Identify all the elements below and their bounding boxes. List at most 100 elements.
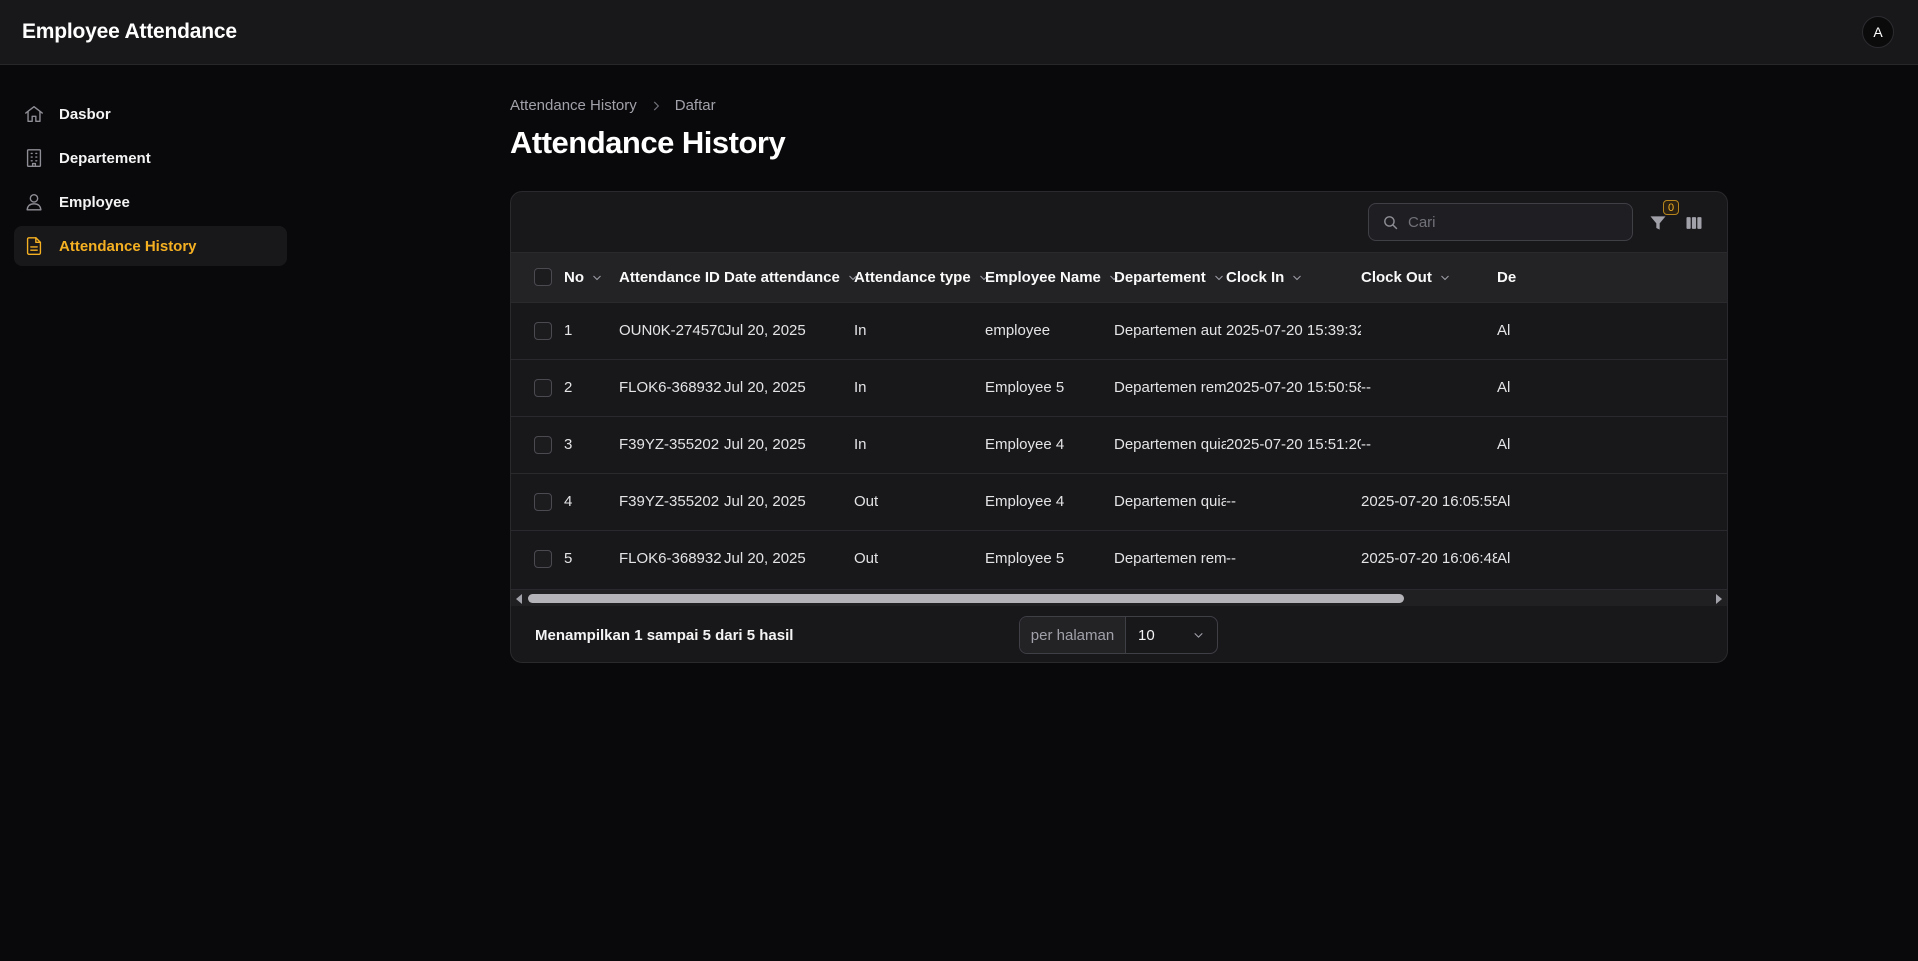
column-toggle-button[interactable] <box>1683 212 1705 234</box>
scroll-left-arrow-icon[interactable] <box>516 594 522 604</box>
app-title: Employee Attendance <box>22 20 237 43</box>
cell-department: Departemen rem <box>1114 550 1226 568</box>
select-all-checkbox[interactable] <box>534 268 552 287</box>
cell-attendance-id: F39YZ-355202 <box>619 493 720 510</box>
cell-date: Jul 20, 2025 <box>724 436 806 453</box>
cell-clock-out: 2025-07-20 16:06:48 <box>1361 550 1497 568</box>
cell-clock-in: -- <box>1226 493 1236 510</box>
row-checkbox[interactable] <box>534 378 552 397</box>
cell-type: Out <box>854 550 879 568</box>
columns-icon <box>1686 217 1702 229</box>
search-field[interactable] <box>1368 203 1633 241</box>
user-avatar[interactable]: A <box>1862 16 1894 48</box>
column-header-truncated[interactable]: De <box>1497 269 1516 286</box>
cell-no: 2 <box>564 379 573 396</box>
table-row[interactable]: 2 FLOK6-368932 Jul 20, 2025 In Employee 5 Dep… <box>511 359 1727 416</box>
top-bar: Employee Attendance A <box>0 0 1918 65</box>
cell-attendance-id: FLOK6-368932 <box>619 379 722 396</box>
per-page-value: 10 <box>1138 626 1155 644</box>
sidebar-item-label: Dasbor <box>59 105 111 123</box>
cell-employee: employee <box>985 322 1051 339</box>
scroll-right-arrow-icon[interactable] <box>1716 594 1722 604</box>
row-checkbox[interactable] <box>534 435 552 454</box>
column-header-attendance-type[interactable]: Attendance type <box>854 269 990 286</box>
cell-employee: Employee 4 <box>985 436 1065 453</box>
sidebar-item-label: Departement <box>59 149 151 167</box>
row-checkbox[interactable] <box>534 549 552 568</box>
chevron-right-icon <box>649 99 663 113</box>
breadcrumb: Attendance History Daftar <box>510 92 1728 119</box>
column-header-clock-out[interactable]: Clock Out <box>1361 269 1451 286</box>
column-header-departement[interactable]: Departement <box>1114 269 1225 286</box>
cell-clock-in: -- <box>1226 550 1236 568</box>
cell-clock-in: 2025-07-20 15:39:32 <box>1226 322 1361 339</box>
table-row[interactable]: 3 F39YZ-355202 Jul 20, 2025 In Employee 4 Dep… <box>511 416 1727 473</box>
cell-department: Departemen rem <box>1114 379 1226 396</box>
sidebar-item-dasbor[interactable]: Dasbor <box>14 94 287 134</box>
sidebar-item-label: Employee <box>59 193 130 211</box>
cell-no: 3 <box>564 436 573 453</box>
cell-date: Jul 20, 2025 <box>724 493 806 510</box>
cell-no: 4 <box>564 493 573 510</box>
main-content: Attendance History Daftar Attendance His… <box>510 92 1728 663</box>
column-header-attendance-id: Attendance ID <box>619 268 720 286</box>
cell-employee: Employee 5 <box>985 379 1065 396</box>
table-card: 0 No Attendance ID Date attendance Atten… <box>510 191 1728 663</box>
document-icon <box>23 235 45 257</box>
chevron-down-icon <box>1213 271 1225 283</box>
cell-clock-in: 2025-07-20 15:50:58 <box>1226 379 1361 396</box>
sidebar-item-departement[interactable]: Departement <box>14 138 287 178</box>
table-row[interactable]: 4 F39YZ-355202 Jul 20, 2025 Out Employee 4 De… <box>511 473 1727 530</box>
column-header-no[interactable]: No <box>564 269 603 286</box>
column-header-clock-in[interactable]: Clock In <box>1226 269 1303 286</box>
cell-department: Departemen quia <box>1114 493 1226 510</box>
cell-attendance-id: OUN0K-274570 <box>619 322 724 339</box>
cell-clock-out: 2025-07-20 16:05:55 <box>1361 493 1497 510</box>
scrollbar-thumb[interactable] <box>528 594 1404 603</box>
breadcrumb-parent-link[interactable]: Attendance History <box>510 97 637 114</box>
building-icon <box>23 147 45 169</box>
cell-extra: Al <box>1497 493 1511 510</box>
sidebar-item-attendance-history[interactable]: Attendance History <box>14 226 287 266</box>
chevron-down-icon <box>591 271 603 283</box>
search-input[interactable] <box>1408 213 1628 231</box>
filter-button[interactable] <box>1647 212 1669 234</box>
cell-date: Jul 20, 2025 <box>724 550 806 568</box>
cell-type: Out <box>854 493 879 510</box>
sidebar-item-label: Attendance History <box>59 237 197 255</box>
cell-department: Departemen aut <box>1114 322 1222 339</box>
chevron-down-icon <box>1439 271 1451 283</box>
cell-clock-out: -- <box>1361 379 1371 396</box>
user-icon <box>23 191 45 213</box>
table-row[interactable]: 1 OUN0K-274570 Jul 20, 2025 In employee Depar… <box>511 302 1727 359</box>
chevron-down-icon <box>1291 271 1303 283</box>
column-header-date-attendance[interactable]: Date attendance <box>724 269 859 286</box>
cell-no: 5 <box>564 550 573 568</box>
column-header-employee-name[interactable]: Employee Name <box>985 269 1120 286</box>
page-title: Attendance History <box>510 125 786 160</box>
chevron-down-icon <box>1194 632 1203 638</box>
row-checkbox[interactable] <box>534 492 552 511</box>
cell-attendance-id: FLOK6-368932 <box>619 550 722 568</box>
table-footer: Menampilkan 1 sampai 5 dari 5 hasil per … <box>511 606 1727 662</box>
sidebar-item-employee[interactable]: Employee <box>14 182 287 222</box>
cell-extra: Al <box>1497 379 1511 396</box>
search-icon <box>1384 215 1398 229</box>
table-toolbar: 0 <box>511 192 1727 253</box>
pagination-summary: Menampilkan 1 sampai 5 dari 5 hasil <box>535 627 794 644</box>
cell-extra: Al <box>1497 436 1511 453</box>
cell-attendance-id: F39YZ-355202 <box>619 436 720 453</box>
cell-clock-out: -- <box>1361 436 1371 453</box>
horizontal-scrollbar[interactable] <box>511 589 1727 606</box>
cell-no: 1 <box>564 322 573 339</box>
home-icon <box>23 103 45 125</box>
row-checkbox[interactable] <box>534 321 552 340</box>
sidebar: Dasbor Departement Employee Attendance H… <box>14 94 287 270</box>
table-row[interactable]: 5 FLOK6-368932 Jul 20, 2025 Out Employee 5 De… <box>511 530 1727 587</box>
cell-type: In <box>854 379 867 396</box>
filter-icon <box>1650 216 1666 230</box>
per-page-select[interactable]: 10 <box>1126 617 1217 653</box>
cell-type: In <box>854 322 867 339</box>
table-scroll-area[interactable]: No Attendance ID Date attendance Attenda… <box>511 253 1727 589</box>
table-header-row: No Attendance ID Date attendance Attenda… <box>511 253 1727 302</box>
